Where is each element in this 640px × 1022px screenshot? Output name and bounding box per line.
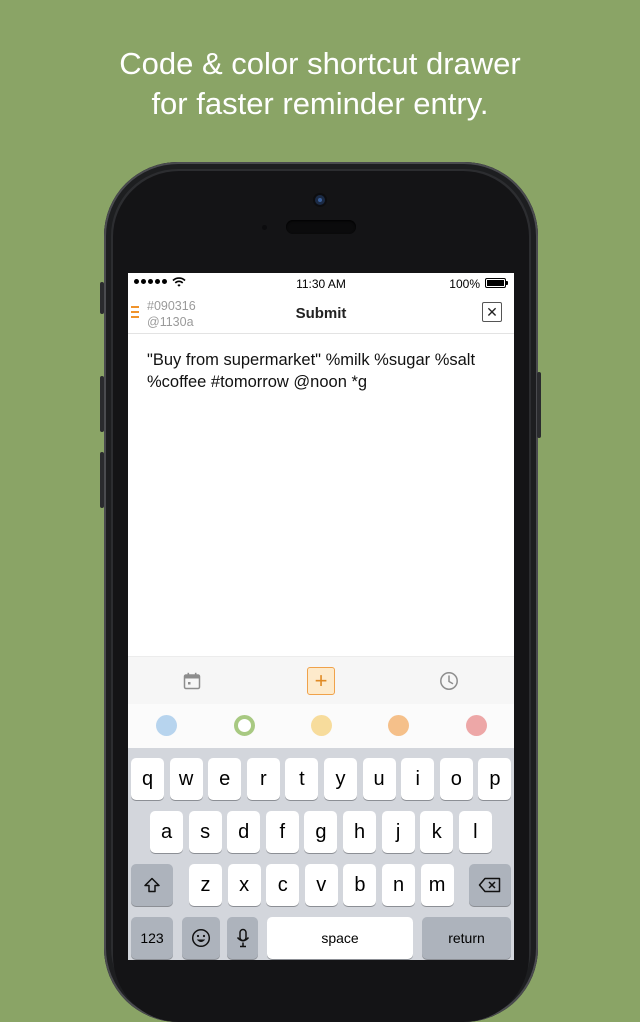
key-u[interactable]: u [362,758,396,800]
key-a[interactable]: a [150,811,183,853]
power-button [537,372,541,438]
submit-button[interactable]: Submit [128,305,514,322]
earpiece-speaker [286,220,356,234]
color-dot-green[interactable] [233,715,255,736]
key-i[interactable]: i [401,758,435,800]
key-b[interactable]: b [343,864,377,906]
key-n[interactable]: n [382,864,415,906]
color-picker-bar [128,704,514,748]
status-bar: 11:30 AM 100% [128,273,514,293]
mute-switch [100,282,104,314]
time-button[interactable] [435,667,463,695]
clock-icon [440,672,458,690]
calendar-button[interactable] [178,667,206,695]
key-h[interactable]: h [343,811,376,853]
close-button[interactable]: ✕ [482,302,502,322]
keyboard: q w e r t y u i o p a s d f g h j k l z x c v b n m 123 space return [128,748,514,960]
key-e[interactable]: e [208,758,242,800]
emoji-icon [191,928,211,948]
battery-percentage: 100% [449,277,480,291]
key-d[interactable]: d [227,811,261,853]
backspace-icon [478,877,501,893]
key-w[interactable]: w [169,758,203,800]
key-l[interactable]: l [458,811,492,853]
numbers-key[interactable]: 123 [131,917,173,959]
headline: Code & color shortcut drawer for faster … [0,44,640,124]
key-m[interactable]: m [420,864,454,906]
delete-key[interactable] [469,864,511,906]
key-s[interactable]: s [188,811,222,853]
key-t[interactable]: t [285,758,319,800]
key-k[interactable]: k [420,811,454,853]
color-dot-yellow[interactable] [310,715,332,736]
color-dot-orange[interactable] [387,715,409,736]
volume-up-button [100,376,104,432]
add-shortcut-button[interactable]: + [307,667,335,695]
reminder-input[interactable]: "Buy from supermarket" %milk %sugar %sal… [147,349,497,393]
shift-key[interactable] [131,864,173,906]
headline-line-1: Code & color shortcut drawer [119,46,521,81]
key-o[interactable]: o [439,758,473,800]
front-camera [315,195,325,205]
key-p[interactable]: p [478,758,512,800]
key-c[interactable]: c [266,864,300,906]
color-dot-red[interactable] [465,715,487,736]
key-f[interactable]: f [265,811,299,853]
battery-icon [485,278,508,288]
shortcut-toolbar: + [128,656,514,705]
volume-down-button [100,452,104,508]
emoji-key[interactable] [182,917,220,959]
shift-icon [144,877,160,893]
key-z[interactable]: z [189,864,222,906]
proximity-sensor [262,225,267,230]
key-g[interactable]: g [304,811,338,853]
key-j[interactable]: j [381,811,415,853]
key-x[interactable]: x [227,864,261,906]
return-key[interactable]: return [422,917,511,959]
key-r[interactable]: r [246,758,280,800]
calendar-icon [183,672,201,690]
headline-line-2: for faster reminder entry. [151,86,489,121]
close-icon: ✕ [486,304,498,320]
color-dot-blue[interactable] [155,715,177,736]
key-y[interactable]: y [324,758,357,800]
key-v[interactable]: v [304,864,338,906]
nav-bar: #090316 @1130a Submit ✕ [128,293,514,334]
space-key[interactable]: space [267,917,413,959]
key-q[interactable]: q [131,758,164,800]
app-screen: 11:30 AM 100% #090316 @1130a Submit ✕ "B… [128,273,514,960]
dictation-key[interactable] [227,917,258,959]
microphone-icon [236,928,249,948]
plus-icon: + [314,668,328,693]
